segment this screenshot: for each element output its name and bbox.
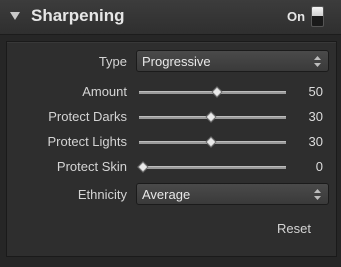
- toggle-knob: [312, 7, 323, 16]
- protect-skin-slider-track[interactable]: [139, 166, 286, 169]
- enable-toggle[interactable]: [311, 6, 324, 27]
- amount-value: 50: [308, 84, 323, 99]
- reset-button[interactable]: Reset: [277, 221, 311, 236]
- panel-title: Sharpening: [31, 6, 125, 25]
- collapse-triangle-icon[interactable]: [10, 12, 20, 20]
- up-down-stepper-icon: [314, 56, 321, 67]
- amount-label: Amount: [82, 84, 127, 99]
- protect-lights-slider-thumb[interactable]: [204, 136, 217, 148]
- protect-lights-label: Protect Lights: [47, 134, 128, 149]
- up-down-stepper-icon: [314, 189, 321, 200]
- protect-lights-value: 30: [308, 134, 323, 149]
- ethnicity-select[interactable]: Average: [136, 183, 329, 205]
- sharpening-panel: Sharpening On Type Progressive Amount 50…: [0, 0, 341, 267]
- ethnicity-label: Ethnicity: [77, 187, 127, 202]
- panel-header[interactable]: Sharpening On: [0, 0, 341, 35]
- protect-darks-value: 30: [308, 109, 323, 124]
- on-label: On: [287, 9, 306, 24]
- type-value: Progressive: [142, 54, 211, 69]
- protect-skin-slider-thumb[interactable]: [137, 161, 149, 173]
- type-label: Type: [98, 54, 127, 69]
- protect-darks-slider-thumb[interactable]: [204, 111, 217, 123]
- protect-darks-label: Protect Darks: [48, 109, 127, 124]
- amount-slider-thumb[interactable]: [210, 86, 223, 98]
- protect-skin-value: 0: [315, 159, 323, 174]
- protect-skin-label: Protect Skin: [56, 159, 127, 174]
- ethnicity-value: Average: [142, 187, 191, 202]
- type-select[interactable]: Progressive: [136, 50, 329, 72]
